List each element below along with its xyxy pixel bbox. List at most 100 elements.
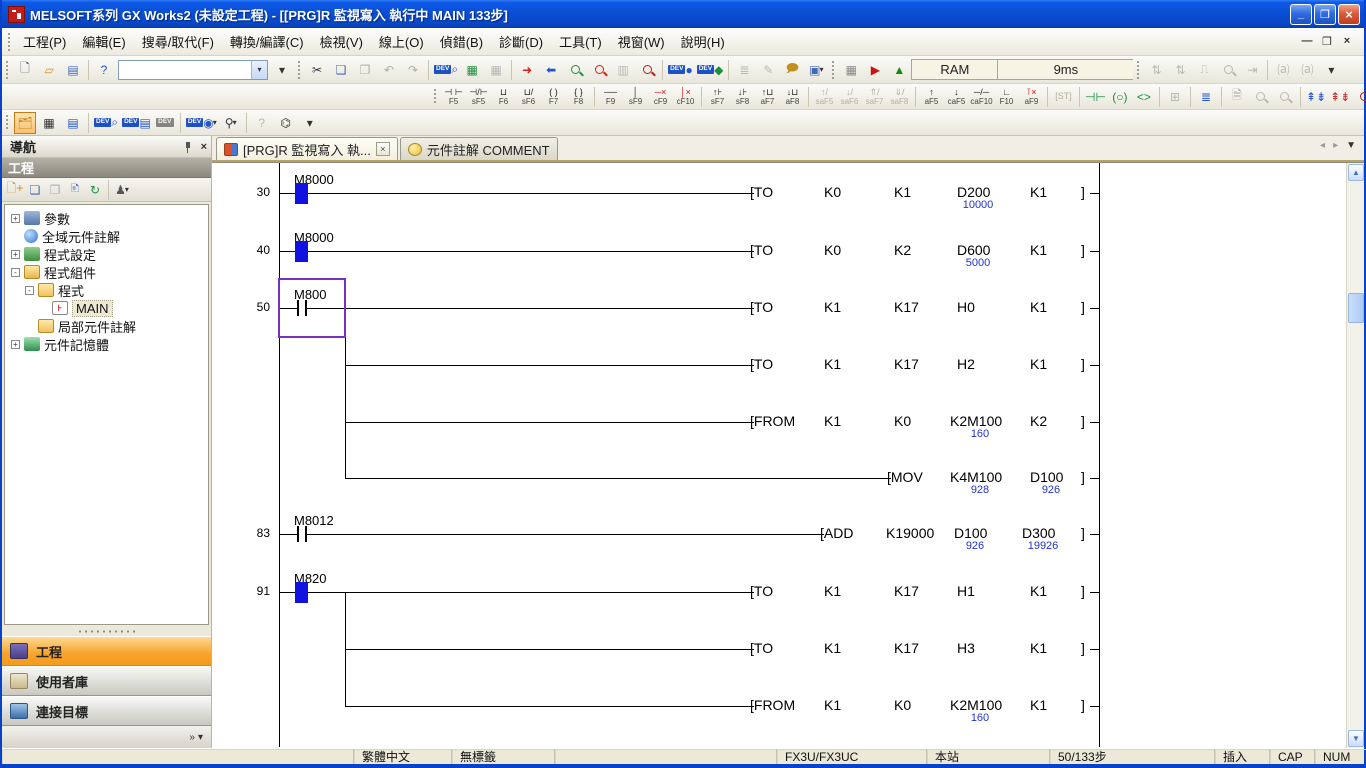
toolbar-options-button-4[interactable]: ▾ [299,112,321,134]
save-project-button[interactable]: ▤ [62,59,84,81]
sort-button[interactable]: ♟▾ [113,181,131,199]
tree-item-3[interactable]: -程式組件 [7,263,206,281]
menu-item-5[interactable]: 線上(O) [371,28,432,55]
stop-monitor-button[interactable] [588,59,610,81]
run-button[interactable]: ▶ [864,59,886,81]
tree-item-5[interactable]: ⊦MAIN [7,299,206,317]
ladder-symbol-F9[interactable]: ──F9 [598,86,623,108]
device-comment-button[interactable]: DEV⌕ [93,112,119,134]
view-button-工程[interactable]: 工程 [2,636,211,666]
find-binoculars-button[interactable]: ⌬ [275,112,297,134]
ladder-symbol-sF7[interactable]: ↑⊦sF7 [705,86,730,108]
ladder-symbol-F8[interactable]: { }F8 [566,86,591,108]
edit-line-mode-button[interactable]: ≣ [1195,86,1217,108]
tab-scroll-left-icon[interactable]: ◂ [1320,140,1325,151]
selection-cursor[interactable] [278,278,346,338]
tab-scroll-right-icon[interactable]: ▸ [1333,140,1338,151]
copy-button[interactable]: ❏ [330,59,352,81]
write-to-plc-button[interactable]: ➜ [516,59,538,81]
tree-item-6[interactable]: 局部元件註解 [7,317,206,335]
device-list-button[interactable]: DEV▤ [121,112,152,134]
device-register-button[interactable]: DEV● [667,59,694,81]
menu-item-3[interactable]: 轉換/編譯(C) [222,28,312,55]
menu-item-4[interactable]: 檢視(V) [312,28,371,55]
more-views-button[interactable]: » [189,732,195,743]
menu-item-0[interactable]: 工程(P) [15,28,74,55]
menu-item-8[interactable]: 工具(T) [551,28,610,55]
nav-close-icon[interactable]: × [201,141,207,153]
property-button[interactable]: 🗈 [66,181,84,199]
copy-item-button[interactable]: ❏ [26,181,44,199]
open-project-button[interactable]: ▱ [38,59,60,81]
tree-expand-icon[interactable]: - [11,268,20,277]
device-batch-button[interactable]: DEV◆ [696,59,725,81]
ladder-canvas[interactable]: 30]M8000[TOK0K1D20010000K140]M8000[TOK0K… [212,163,1350,748]
child-close-button[interactable]: × [1340,35,1354,48]
ladder-symbol-aF9[interactable]: ⊺×aF9 [1019,86,1044,108]
edit-contact-button[interactable]: ⊣⊢ [1084,86,1107,108]
ladder-symbol-F6[interactable]: ⊔F6 [491,86,516,108]
tree-item-1[interactable]: 全域元件註解 [7,227,206,245]
close-button[interactable]: × [1338,4,1360,25]
tab-list-icon[interactable]: ▼ [1346,140,1356,151]
comment-edit-button[interactable]: 🗩 [781,59,803,81]
ladder-symbol-caF10[interactable]: ─/─caF10 [969,86,994,108]
device-comment-search-button[interactable]: DEV⌕ [433,59,459,81]
tree-expand-icon[interactable]: + [11,340,20,349]
toolbar-options-button-2[interactable]: ▾ [1320,59,1342,81]
ladder-symbol-sF8[interactable]: ↓⊦sF8 [730,86,755,108]
ladder-symbol-sF5[interactable]: ⊣/⊢sF5 [466,86,491,108]
scroll-up-icon[interactable]: ▲ [1348,164,1364,181]
menu-item-6[interactable]: 偵錯(B) [432,28,491,55]
menu-item-10[interactable]: 說明(H) [673,28,733,55]
ladder-symbol-sF9[interactable]: │sF9 [623,86,648,108]
ladder-symbol-caF5[interactable]: ↓caF5 [944,86,969,108]
menu-item-9[interactable]: 視窗(W) [610,28,673,55]
vertical-scrollbar[interactable]: ▲ ▼ [1346,163,1364,748]
ladder-symbol-aF8[interactable]: ↓⊔aF8 [780,86,805,108]
child-restore-button[interactable]: ❐ [1320,35,1334,48]
scroll-down-icon[interactable]: ▼ [1348,730,1364,747]
start-monitor-button[interactable] [564,59,586,81]
menu-item-7[interactable]: 診斷(D) [491,28,551,55]
new-item-button[interactable]: 🗋+ [6,181,24,199]
keyword-combobox[interactable]: ▾ [118,60,268,80]
edit-coil-button[interactable]: (○) [1109,86,1131,108]
ladder-symbol-cF9[interactable]: ─×cF9 [648,86,673,108]
view-button-連接目標[interactable]: 連接目標 [2,696,211,726]
monitor-watch-button[interactable] [636,59,658,81]
tree-expand-icon[interactable]: + [11,250,20,259]
device-search-button[interactable]: ⚲▾ [220,112,242,134]
new-project-button[interactable]: 🗋 [14,59,36,81]
device-test-off-button[interactable]: ⇞⇟ [1329,86,1351,108]
tree-expand-icon[interactable]: - [25,286,34,295]
toolbar-options-button[interactable]: ▾ [271,59,293,81]
tree-item-7[interactable]: +元件記憶體 [7,335,206,353]
pin-icon[interactable] [181,140,195,154]
tab-0[interactable]: [PRG]R 監視寫入 執...× [216,137,398,160]
transfer-setup-button[interactable]: ▦ [840,59,862,81]
view-button-使用者庫[interactable]: 使用者庫 [2,666,211,696]
child-minimize-button[interactable]: — [1300,35,1314,48]
tree-expand-icon[interactable]: + [11,214,20,223]
device-search-button-dropdown-icon[interactable]: ▾ [233,118,237,127]
ladder-symbol-F7[interactable]: ( )F7 [541,86,566,108]
module-configuration-button[interactable]: ▦ [38,112,60,134]
step-run-button[interactable]: ▲ [888,59,910,81]
tab-close-icon[interactable]: × [376,142,390,156]
screen-display-button-dropdown-icon[interactable]: ▾ [820,65,824,74]
tab-1[interactable]: 元件註解 COMMENT [400,137,558,160]
ladder-symbol-F5[interactable]: ⊣ ⊢F5 [441,86,466,108]
device-display-button[interactable]: DEV◉▾ [185,112,218,134]
tree-item-4[interactable]: -程式 [7,281,206,299]
monitor-red-button[interactable] [1353,86,1366,108]
read-from-plc-button[interactable]: ⬅ [540,59,562,81]
ladder-symbol-aF7[interactable]: ↑⊔aF7 [755,86,780,108]
ladder-symbol-aF5[interactable]: ↑aF5 [919,86,944,108]
ladder-symbol-sF6[interactable]: ⊔/sF6 [516,86,541,108]
keyword-combobox-arrow-icon[interactable]: ▾ [251,61,267,79]
ladder-symbol-cF10[interactable]: │×cF10 [673,86,698,108]
device-test-on-button[interactable]: ⇞⇟ [1305,86,1327,108]
help-button[interactable]: ? [93,59,115,81]
tree-item-2[interactable]: +程式設定 [7,245,206,263]
